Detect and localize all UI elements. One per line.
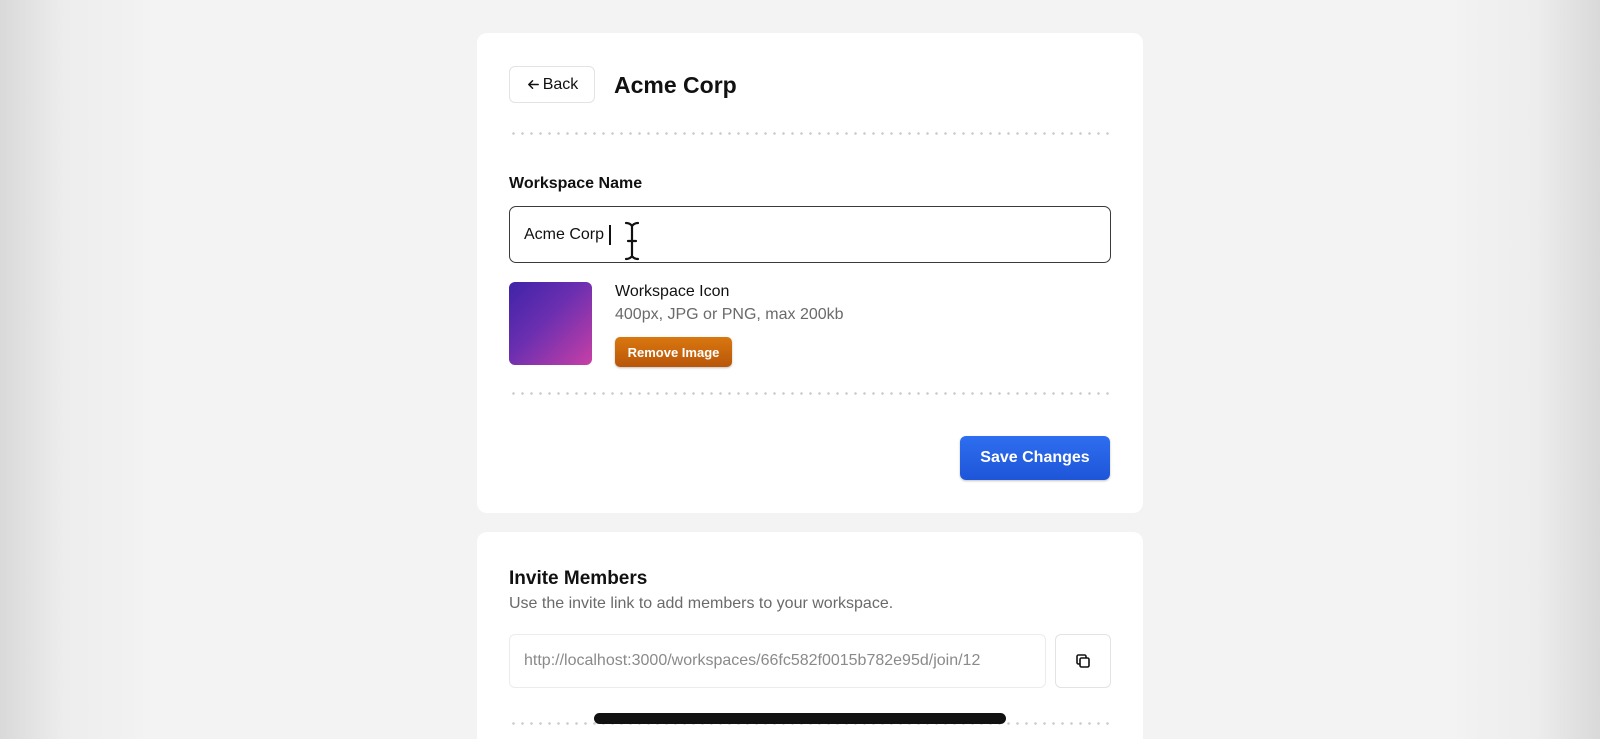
save-changes-button[interactable]: Save Changes [960,436,1110,480]
text-caret [609,225,611,245]
remove-image-button[interactable]: Remove Image [615,337,732,367]
invite-members-description: Use the invite link to add members to yo… [509,595,894,612]
page-title: Acme Corp [614,72,737,98]
text-cursor-icon [623,220,641,262]
workspace-icon-preview [509,282,592,365]
back-button-label: Back [542,75,579,93]
invite-members-title: Invite Members [509,568,648,589]
divider [509,392,1111,395]
invite-members-card: Invite Members Use the invite link to ad… [477,532,1143,739]
arrow-left-icon [527,80,539,89]
workspace-icon-hint: 400px, JPG or PNG, max 200kb [615,306,844,323]
workspace-name-label: Workspace Name [509,175,643,192]
workspace-name-input[interactable] [509,206,1111,263]
copy-link-button[interactable] [1055,634,1111,688]
home-indicator[interactable] [594,713,1006,724]
divider [509,132,1111,135]
workspace-icon-title: Workspace Icon [615,283,730,300]
back-button[interactable]: Back [509,66,595,103]
workspace-settings-card: Back Acme Corp Workspace Name Workspace … [477,33,1143,513]
copy-icon [1076,654,1090,668]
invite-link-input[interactable] [509,634,1046,688]
